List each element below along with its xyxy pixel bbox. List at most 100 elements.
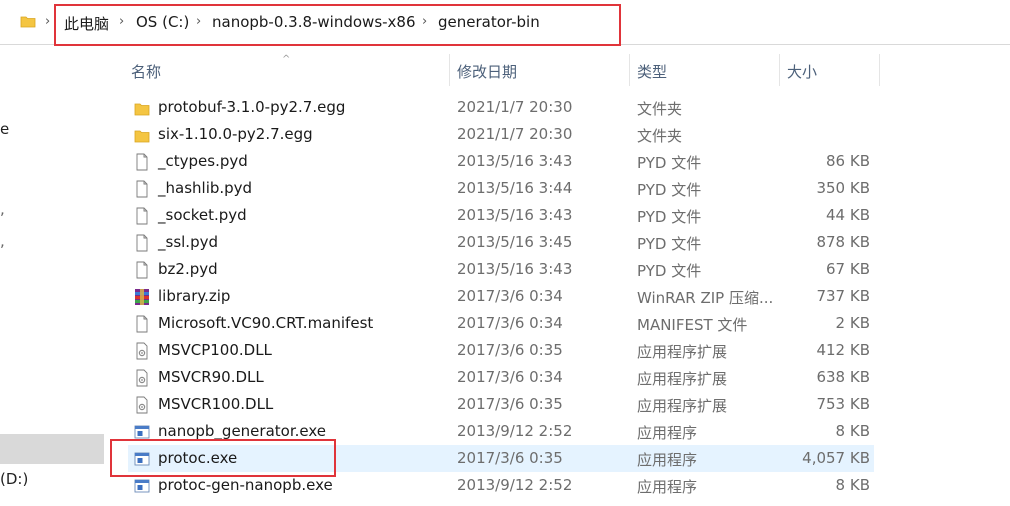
file-size: 412 KB — [816, 341, 870, 359]
nav-item-selected[interactable] — [0, 434, 104, 464]
file-type: MANIFEST 文件 — [637, 316, 748, 334]
file-date: 2013/5/16 3:43 — [457, 152, 573, 170]
column-divider[interactable] — [629, 54, 630, 86]
file-icon — [134, 261, 150, 279]
chevron-right-icon[interactable]: › — [196, 14, 201, 29]
file-date: 2017/3/6 0:35 — [457, 395, 563, 413]
file-name: MSVCR90.DLL — [158, 368, 264, 386]
file-name: protoc.exe — [158, 449, 238, 467]
chevron-right-icon[interactable]: › — [45, 14, 50, 29]
file-date: 2017/3/6 0:34 — [457, 287, 563, 305]
nav-item-fragment[interactable]: e — [0, 120, 9, 138]
file-row[interactable]: bz2.pyd 2013/5/16 3:43 PYD 文件 67 KB — [128, 256, 874, 283]
file-row[interactable]: MSVCR90.DLL 2017/3/6 0:34 应用程序扩展 638 KB — [128, 364, 874, 391]
chevron-right-icon[interactable]: › — [119, 14, 124, 29]
file-size: 753 KB — [816, 395, 870, 413]
column-header-date[interactable]: 修改日期 — [457, 61, 517, 82]
breadcrumb-nanopb-folder[interactable]: nanopb-0.3.8-windows-x86 — [212, 13, 416, 31]
file-row[interactable]: protobuf-3.1.0-py2.7.egg 2021/1/7 20:30 文件… — [128, 94, 874, 121]
file-row[interactable]: protoc.exe 2017/3/6 0:35 应用程序 4,057 KB — [128, 445, 874, 472]
file-type: 应用程序扩展 — [637, 397, 728, 415]
file-size: 86 KB — [826, 152, 870, 170]
file-size: 350 KB — [816, 179, 870, 197]
file-date: 2013/5/16 3:43 — [457, 260, 573, 278]
file-size: 638 KB — [816, 368, 870, 386]
file-date: 2017/3/6 0:35 — [457, 341, 563, 359]
file-name: _hashlib.pyd — [158, 179, 253, 197]
file-type: PYD 文件 — [637, 181, 702, 199]
dll-icon — [134, 342, 150, 360]
file-row[interactable]: MSVCP100.DLL 2017/3/6 0:35 应用程序扩展 412 KB — [128, 337, 874, 364]
column-header-row: 名称 修改日期 类型 大小 — [0, 54, 1010, 86]
column-header-type[interactable]: 类型 — [637, 61, 667, 82]
file-name: MSVCP100.DLL — [158, 341, 272, 359]
file-row[interactable]: protoc-gen-nanopb.exe 2013/9/12 2:52 应用程序 8… — [128, 472, 874, 499]
file-type: 应用程序 — [637, 478, 698, 496]
file-type: 应用程序 — [637, 424, 698, 442]
file-size: 2 KB — [835, 314, 870, 332]
file-name: protoc-gen-nanopb.exe — [158, 476, 333, 494]
file-date: 2021/1/7 20:30 — [457, 98, 573, 116]
file-type: PYD 文件 — [637, 208, 702, 226]
file-size: 8 KB — [835, 476, 870, 494]
nav-item-drive-d[interactable]: (D:) — [0, 470, 28, 488]
file-size: 4,057 KB — [802, 449, 870, 467]
file-size: 67 KB — [826, 260, 870, 278]
file-name: six-1.10.0-py2.7.egg — [158, 125, 313, 143]
file-row[interactable]: _hashlib.pyd 2013/5/16 3:44 PYD 文件 350 KB — [128, 175, 874, 202]
file-icon — [134, 180, 150, 198]
file-type: 应用程序扩展 — [637, 370, 728, 388]
breadcrumb-this-pc[interactable]: 此电脑 — [64, 13, 109, 34]
file-size: 878 KB — [816, 233, 870, 251]
file-size: 737 KB — [816, 287, 870, 305]
file-name: protobuf-3.1.0-py2.7.egg — [158, 98, 346, 116]
winrar-icon — [134, 288, 150, 306]
file-type: 文件夹 — [637, 127, 683, 145]
file-row[interactable]: _socket.pyd 2013/5/16 3:43 PYD 文件 44 KB — [128, 202, 874, 229]
file-name: nanopb_generator.exe — [158, 422, 326, 440]
exe-icon — [134, 477, 150, 495]
dll-icon — [134, 396, 150, 414]
file-date: 2013/5/16 3:45 — [457, 233, 573, 251]
file-name: Microsoft.VC90.CRT.manifest — [158, 314, 374, 332]
dll-icon — [134, 369, 150, 387]
column-divider[interactable] — [779, 54, 780, 86]
file-type: 文件夹 — [637, 100, 683, 118]
file-icon — [134, 234, 150, 252]
file-size: 44 KB — [826, 206, 870, 224]
file-row[interactable]: Microsoft.VC90.CRT.manifest 2017/3/6 0:34… — [128, 310, 874, 337]
exe-icon — [134, 450, 150, 468]
file-row[interactable]: _ssl.pyd 2013/5/16 3:45 PYD 文件 878 KB — [128, 229, 874, 256]
file-date: 2013/5/16 3:44 — [457, 179, 573, 197]
file-row[interactable]: MSVCR100.DLL 2017/3/6 0:35 应用程序扩展 753 KB — [128, 391, 874, 418]
file-type: PYD 文件 — [637, 235, 702, 253]
column-header-size[interactable]: 大小 — [787, 61, 817, 82]
file-date: 2017/3/6 0:34 — [457, 368, 563, 386]
column-divider[interactable] — [879, 54, 880, 86]
file-name: bz2.pyd — [158, 260, 218, 278]
folder-icon — [134, 126, 150, 144]
column-divider[interactable] — [449, 54, 450, 86]
file-size: 8 KB — [835, 422, 870, 440]
file-row[interactable]: nanopb_generator.exe 2013/9/12 2:52 应用程序 8 … — [128, 418, 874, 445]
file-row[interactable]: six-1.10.0-py2.7.egg 2021/1/7 20:30 文件夹 — [128, 121, 874, 148]
chevron-right-icon[interactable]: › — [422, 14, 427, 29]
file-row[interactable]: library.zip 2017/3/6 0:34 WinRAR ZIP 压缩...… — [128, 283, 874, 310]
file-date: 2013/9/12 2:52 — [457, 476, 573, 494]
file-date: 2013/5/16 3:43 — [457, 206, 573, 224]
nav-tick: , — [0, 232, 5, 250]
folder-icon — [20, 16, 36, 28]
column-header-name[interactable]: 名称 — [131, 61, 161, 82]
address-bar[interactable]: › 此电脑 › OS (C:) › nanopb-0.3.8-windows-x… — [0, 0, 1010, 45]
file-type: 应用程序扩展 — [637, 343, 728, 361]
file-type: PYD 文件 — [637, 262, 702, 280]
file-date: 2017/3/6 0:35 — [457, 449, 563, 467]
file-name: library.zip — [158, 287, 231, 305]
file-name: _ctypes.pyd — [158, 152, 248, 170]
breadcrumb-drive-c[interactable]: OS (C:) — [136, 13, 189, 31]
file-name: _ssl.pyd — [158, 233, 218, 251]
file-row[interactable]: _ctypes.pyd 2013/5/16 3:43 PYD 文件 86 KB — [128, 148, 874, 175]
breadcrumb-generator-bin[interactable]: generator-bin — [438, 13, 540, 31]
folder-icon — [134, 99, 150, 117]
nav-tick: , — [0, 200, 5, 218]
